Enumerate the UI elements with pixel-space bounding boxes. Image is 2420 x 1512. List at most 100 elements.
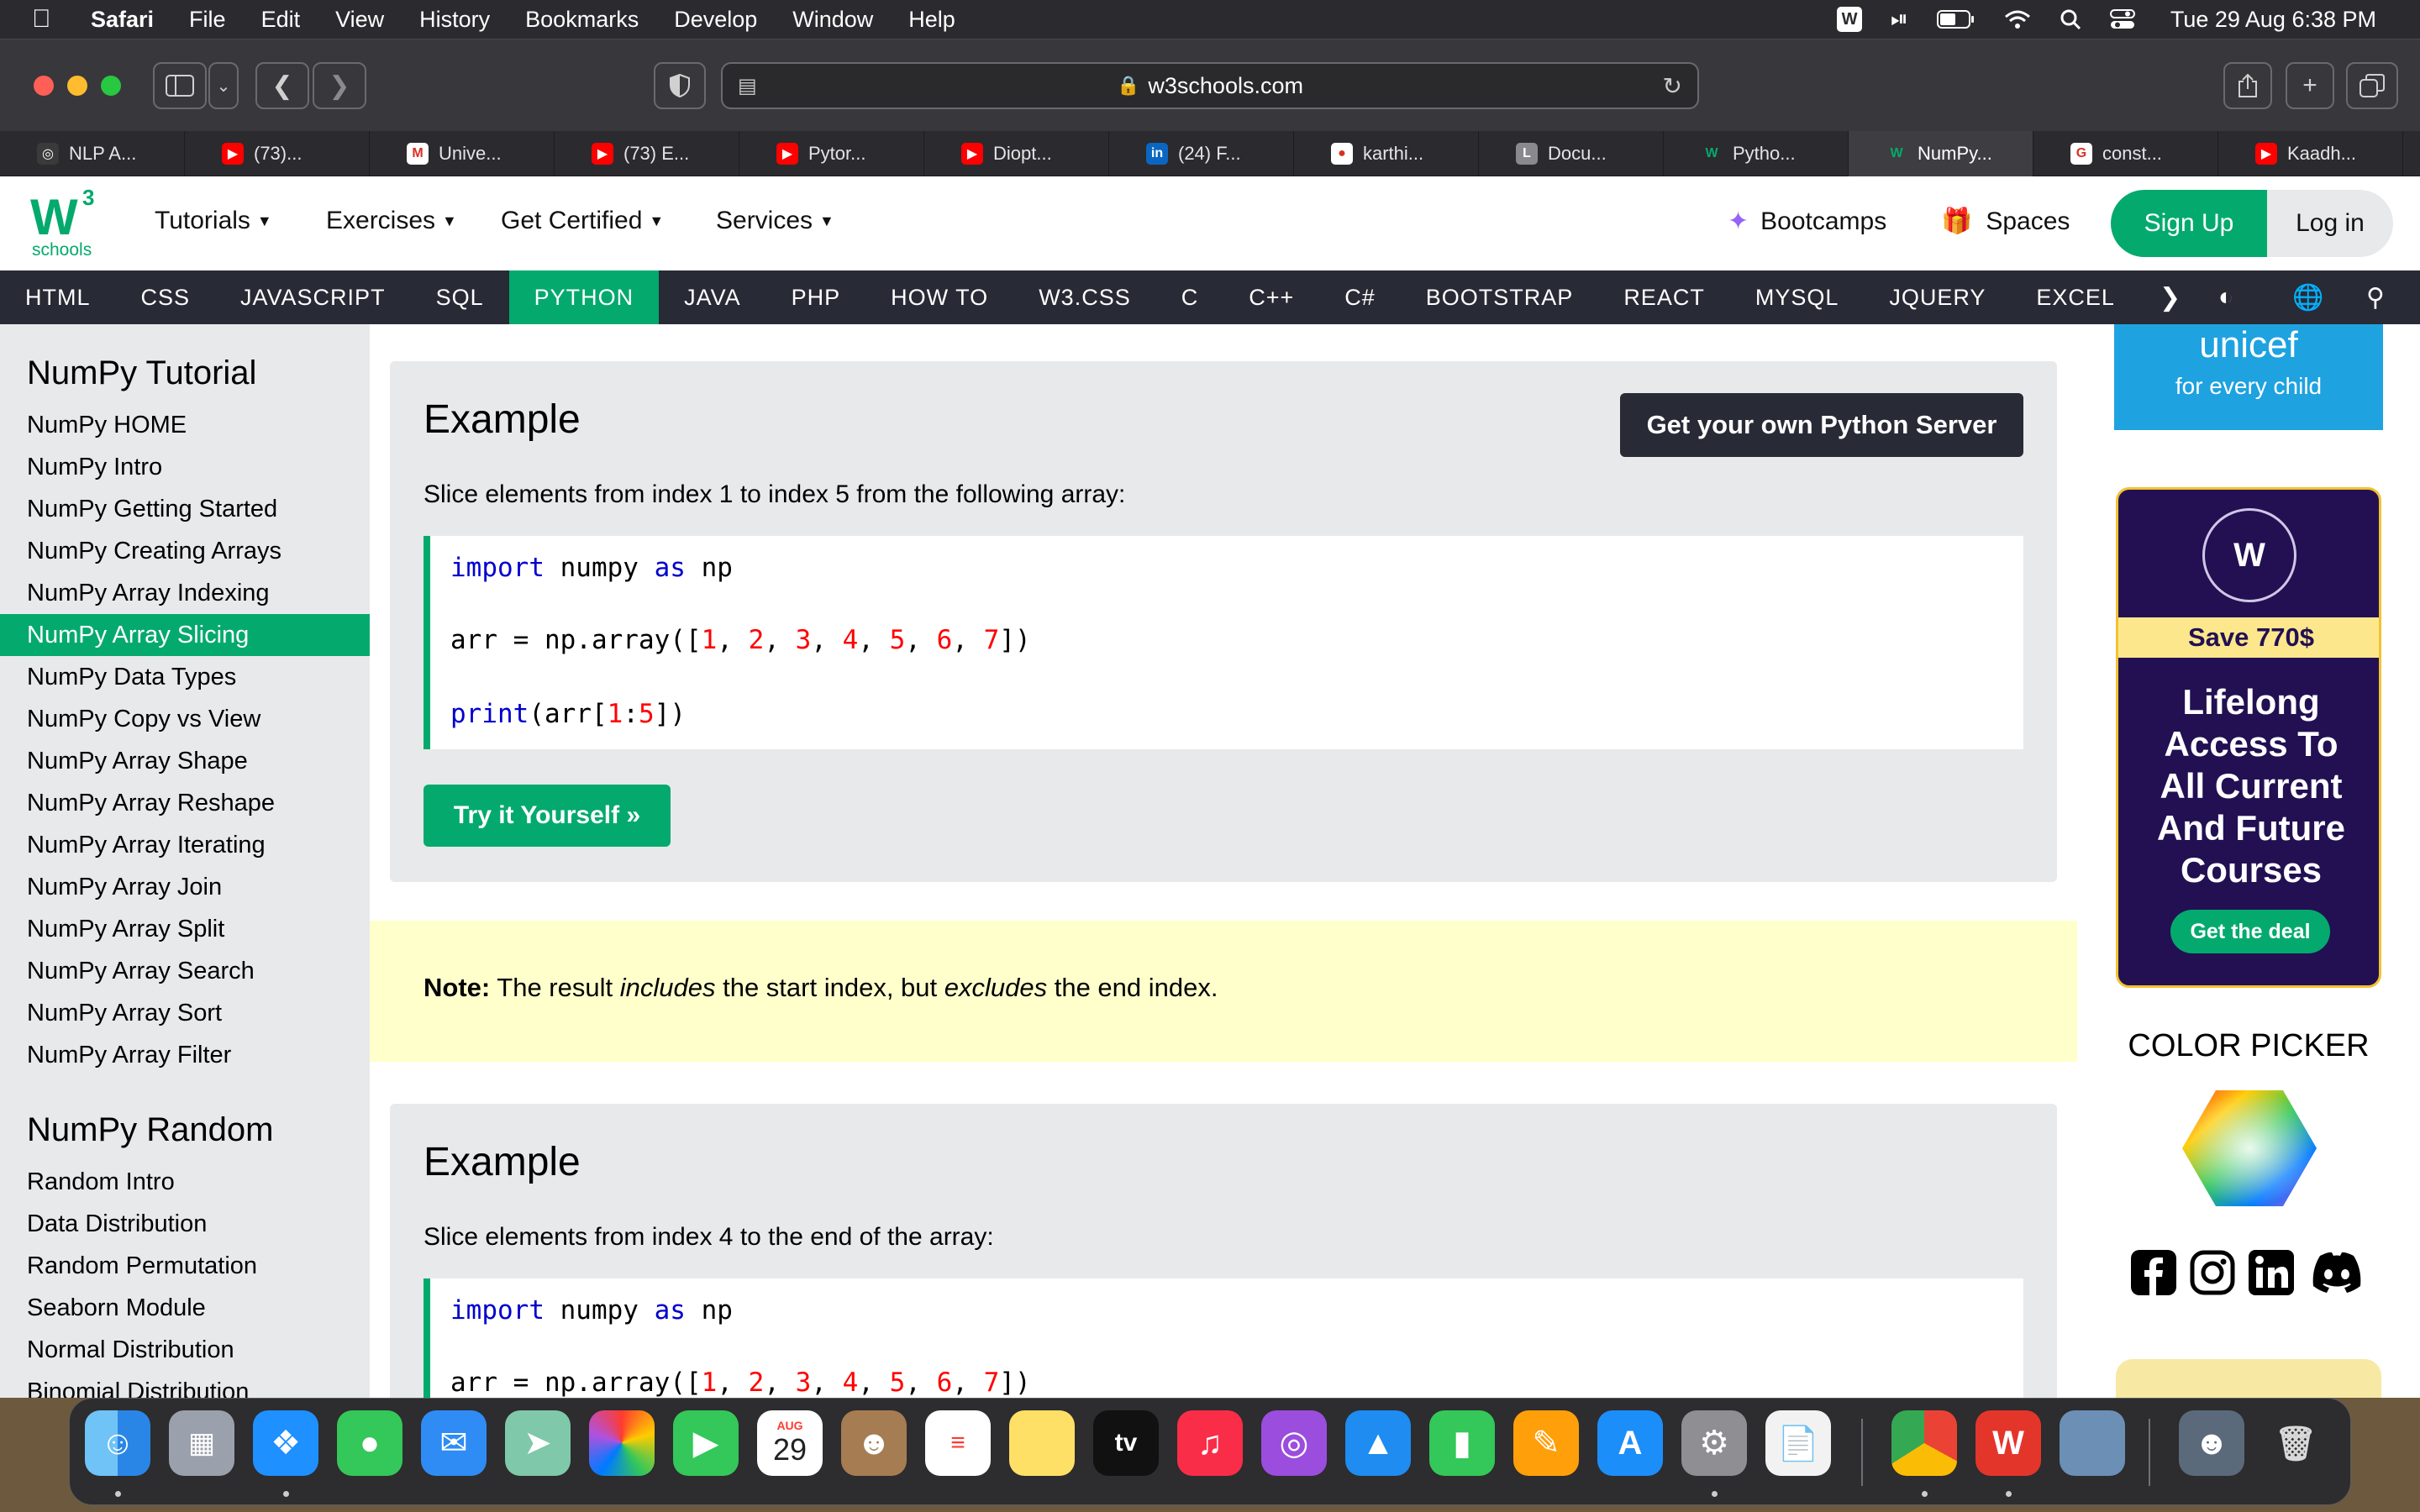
code-block[interactable]: import numpy as np arr = np.array([1, 2,…: [424, 1278, 2023, 1398]
apple-tv-icon[interactable]: tv: [1093, 1410, 1159, 1476]
downloads-stack-icon[interactable]: ☻: [2179, 1410, 2244, 1476]
pages-icon[interactable]: ✎: [1513, 1410, 1579, 1476]
sidebar-link[interactable]: NumPy Creating Arrays: [0, 530, 370, 572]
sidebar-link[interactable]: NumPy Data Types: [0, 656, 370, 698]
browser-tab[interactable]: ▶ (73)...: [185, 131, 370, 176]
chrome-icon[interactable]: [1891, 1410, 1957, 1476]
topic-w3-css[interactable]: W3.CSS: [1013, 270, 1156, 324]
apple-menu-icon[interactable]: : [32, 5, 57, 34]
topic-javascript[interactable]: JAVASCRIPT: [215, 270, 411, 324]
sidebar-link[interactable]: NumPy Array Shape: [0, 740, 370, 782]
menu-bookmarks[interactable]: Bookmarks: [525, 7, 639, 33]
browser-tab[interactable]: ▶ Kaadh...: [2218, 131, 2403, 176]
browser-tab[interactable]: ▶ Pytor...: [739, 131, 924, 176]
wps-office-icon[interactable]: W: [1975, 1410, 2041, 1476]
topic-mysql[interactable]: MYSQL: [1730, 270, 1865, 324]
maps-icon[interactable]: ➤: [505, 1410, 571, 1476]
sign-up-button[interactable]: Sign Up: [2111, 190, 2267, 257]
sidebar-link[interactable]: NumPy Array Filter: [0, 1034, 370, 1076]
browser-tab[interactable]: W NumPy...: [1849, 131, 2033, 176]
get-python-server-button[interactable]: Get your own Python Server: [1620, 393, 2023, 457]
browser-tab[interactable]: in (24) F...: [1109, 131, 1294, 176]
menu-help[interactable]: Help: [908, 7, 955, 33]
sidebar-link[interactable]: NumPy Array Indexing: [0, 572, 370, 614]
back-button[interactable]: ❮: [255, 62, 309, 109]
menu-file[interactable]: File: [189, 7, 226, 33]
nav-exercises[interactable]: Exercises ▼: [326, 207, 457, 235]
reminders-icon[interactable]: ≡: [925, 1410, 991, 1476]
instagram-icon[interactable]: [2188, 1248, 2237, 1297]
sidebar-link[interactable]: NumPy Array Reshape: [0, 782, 370, 824]
sidebar-link[interactable]: NumPy Array Search: [0, 950, 370, 992]
photos-icon[interactable]: [589, 1410, 655, 1476]
w3schools-logo[interactable]: W 3 schools: [30, 185, 101, 260]
app-store-icon[interactable]: A: [1597, 1410, 1663, 1476]
nav-services[interactable]: Services ▼: [716, 207, 834, 235]
minimize-window-button[interactable]: [67, 76, 87, 96]
messages-icon[interactable]: ●: [337, 1410, 402, 1476]
image-viewer-icon[interactable]: [2060, 1410, 2125, 1476]
linkedin-icon[interactable]: [2247, 1248, 2296, 1297]
safari-icon[interactable]: ❖: [253, 1410, 318, 1476]
code-block[interactable]: import numpy as np arr = np.array([1, 2,…: [424, 536, 2023, 749]
search-icon[interactable]: ⚲: [2366, 270, 2385, 324]
trash-icon[interactable]: 🗑: [2263, 1410, 2328, 1476]
topic-php[interactable]: PHP: [766, 270, 866, 324]
calendar-icon[interactable]: AUG 29: [757, 1410, 823, 1476]
address-bar[interactable]: ▤ 🔒 w3schools.com ↻: [721, 62, 1699, 109]
sidebar-link[interactable]: NumPy Intro: [0, 446, 370, 488]
sidebar-link[interactable]: Normal Distribution: [0, 1329, 370, 1371]
topic-c-[interactable]: C++: [1223, 270, 1319, 324]
keynote-icon[interactable]: ▲: [1345, 1410, 1411, 1476]
system-settings-icon[interactable]: ⚙: [1681, 1410, 1747, 1476]
w3-pro-ad[interactable]: W Save 770$ Lifelong Access To All Curre…: [2116, 487, 2381, 988]
topic-react[interactable]: REACT: [1598, 270, 1730, 324]
sidebar-link[interactable]: NumPy Copy vs View: [0, 698, 370, 740]
share-button[interactable]: [2223, 62, 2272, 109]
bottom-ad-banner[interactable]: [2116, 1359, 2381, 1398]
reader-view-icon[interactable]: ▤: [738, 74, 757, 98]
finder-icon[interactable]: ☺: [85, 1410, 150, 1476]
sidebar-link[interactable]: NumPy Array Join: [0, 866, 370, 908]
notes-icon[interactable]: [1009, 1410, 1075, 1476]
sidebar-link[interactable]: Random Permutation: [0, 1245, 370, 1287]
topic-java[interactable]: JAVA: [659, 270, 766, 324]
browser-tab[interactable]: ▶ Diopt...: [924, 131, 1109, 176]
new-tab-button[interactable]: +: [2286, 62, 2334, 109]
unicef-ad[interactable]: unicef for every child: [2114, 324, 2383, 430]
topic-jquery[interactable]: JQUERY: [1864, 270, 2011, 324]
topic-css[interactable]: CSS: [116, 270, 216, 324]
spotlight-search-icon[interactable]: [2060, 8, 2081, 30]
sidebar-link[interactable]: NumPy HOME: [0, 404, 370, 446]
globe-icon[interactable]: 🌐: [2292, 270, 2323, 324]
play-icon[interactable]: ⏯: [1891, 6, 1908, 33]
tab-overview-button[interactable]: [2346, 62, 2398, 109]
sidebar-link[interactable]: Seaborn Module: [0, 1287, 370, 1329]
facebook-icon[interactable]: [2129, 1248, 2178, 1297]
browser-tab[interactable]: W Pytho...: [1664, 131, 1849, 176]
topic-bootstrap[interactable]: BOOTSTRAP: [1401, 270, 1599, 324]
w3-extension-icon[interactable]: W: [1837, 7, 1863, 32]
sidebar-link[interactable]: NumPy Array Slicing: [0, 614, 370, 656]
sidebar-link[interactable]: Binomial Distribution: [0, 1371, 370, 1398]
scroll-right-icon[interactable]: ❯: [2160, 270, 2181, 324]
nav-tutorials[interactable]: Tutorials ▼: [155, 207, 272, 235]
sidebar-link[interactable]: NumPy Array Iterating: [0, 824, 370, 866]
wifi-icon[interactable]: [2004, 9, 2031, 29]
menu-edit[interactable]: Edit: [261, 7, 301, 33]
try-it-yourself-button[interactable]: Try it Yourself »: [424, 785, 671, 847]
reload-icon[interactable]: ↻: [1663, 72, 1682, 100]
app-menu-safari[interactable]: Safari: [91, 7, 154, 33]
sidebar-toggle-button[interactable]: [153, 62, 207, 109]
close-window-button[interactable]: [34, 76, 54, 96]
sidebar-link[interactable]: NumPy Getting Started: [0, 488, 370, 530]
topic-c-[interactable]: C#: [1319, 270, 1401, 324]
url-text[interactable]: w3schools.com: [1148, 73, 1303, 99]
discord-icon[interactable]: [2307, 1248, 2366, 1297]
menu-window[interactable]: Window: [792, 7, 873, 33]
browser-tab[interactable]: Gconst...: [2033, 131, 2218, 176]
menu-bar-clock[interactable]: Tue 29 Aug 6:38 PM: [2170, 7, 2376, 33]
topic-python[interactable]: PYTHON: [508, 270, 660, 324]
facetime-icon[interactable]: ▶: [673, 1410, 739, 1476]
sidebar-link[interactable]: Data Distribution: [0, 1203, 370, 1245]
